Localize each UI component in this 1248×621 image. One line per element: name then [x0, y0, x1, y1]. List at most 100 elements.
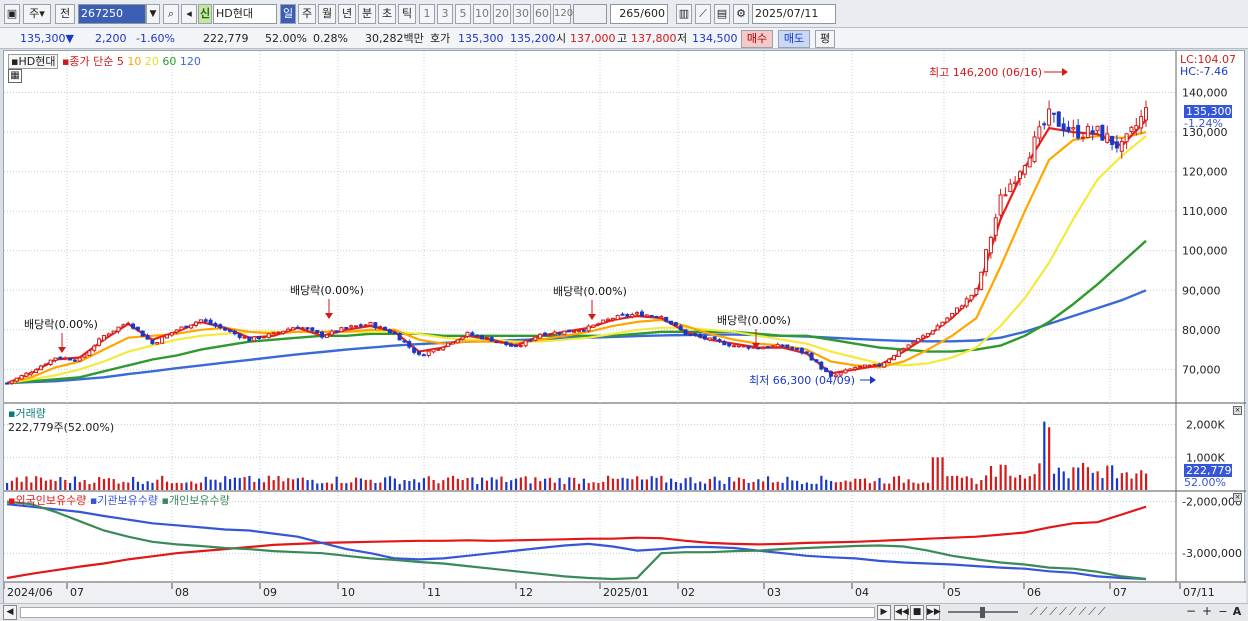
stock-name-field[interactable]: HD현대 — [213, 4, 277, 24]
zoom-in-icon[interactable]: + — [1200, 605, 1214, 620]
candle-icon[interactable]: ▥ — [676, 4, 692, 24]
volume-bar — [442, 480, 445, 490]
candle-body — [310, 327, 315, 331]
period-second[interactable]: 초 — [378, 4, 396, 24]
scroll-track[interactable] — [20, 607, 875, 618]
tick-10[interactable]: 10 — [473, 4, 491, 24]
candle-body — [921, 335, 926, 339]
tick-1[interactable]: 1 — [419, 4, 435, 24]
x-tick-label: 06 — [1027, 586, 1041, 599]
volume-bar — [1135, 473, 1138, 490]
volume-bar — [975, 483, 978, 490]
buy-button[interactable]: 매수 — [741, 30, 773, 48]
auto-scale-icon[interactable]: A — [1230, 605, 1244, 620]
period-week[interactable]: 주 — [298, 4, 316, 24]
candle-body — [164, 334, 169, 339]
volume-bar — [316, 483, 319, 490]
volume-bar — [248, 475, 251, 490]
volume-bar — [931, 457, 934, 490]
x-tick-label: 10 — [341, 586, 355, 599]
candle-body — [741, 345, 746, 348]
volume-bar — [1077, 467, 1080, 490]
tick-custom-select[interactable] — [573, 4, 607, 24]
candle-body — [213, 323, 218, 327]
candle-body — [494, 341, 499, 344]
zoom-slider-handle[interactable] — [980, 607, 985, 618]
layout-icon[interactable]: ▣ — [4, 4, 20, 24]
candle-body — [557, 332, 562, 335]
candle-body — [746, 345, 751, 349]
close-icon[interactable]: × — [1233, 406, 1242, 415]
prev-button[interactable]: 전 — [55, 4, 75, 24]
quote-change: 2,200 — [95, 32, 127, 45]
volume-bar — [519, 477, 522, 490]
tick-30[interactable]: 30 — [513, 4, 531, 24]
candle-body — [1144, 107, 1148, 121]
volume-bar — [175, 482, 178, 490]
volume-bar — [1018, 474, 1022, 490]
volume-bar — [6, 482, 9, 490]
volume-bar — [1130, 478, 1133, 490]
candle-body — [959, 305, 964, 310]
zoom-out-icon[interactable]: − — [1216, 605, 1230, 620]
candle-body — [625, 314, 630, 317]
candle-body — [1105, 133, 1110, 143]
stop-icon[interactable]: ■ — [910, 605, 924, 620]
gear-icon[interactable]: ⚙ — [733, 4, 749, 24]
candle-body — [698, 334, 703, 338]
tick-120[interactable]: 120 — [553, 4, 573, 24]
volume-bar — [102, 479, 106, 490]
volume-bar — [132, 476, 135, 490]
line-icon[interactable]: ⟋ — [695, 4, 711, 24]
zoom-out-icon[interactable]: − — [1184, 605, 1198, 620]
drawing-tools[interactable]: ⟋⟋⟋⟋⟋⟋⟋⟋ — [1030, 605, 1108, 619]
search-icon[interactable]: ⌕ — [163, 4, 179, 24]
candle-body — [1076, 125, 1081, 139]
chevron-down-icon[interactable]: ▼ — [146, 4, 160, 24]
volume-bar — [757, 479, 760, 490]
volume-bar — [1033, 474, 1036, 490]
tick-3[interactable]: 3 — [437, 4, 453, 24]
period-minute[interactable]: 분 — [358, 4, 376, 24]
forward-icon[interactable]: ▶▶ — [926, 605, 941, 620]
volume-bar — [78, 482, 81, 490]
volume-bar — [136, 481, 140, 490]
volume-bar — [766, 476, 770, 490]
mode-select[interactable]: 주▾ — [23, 4, 51, 24]
speaker-icon[interactable]: ◂ — [181, 4, 197, 24]
scroll-right-icon[interactable]: ▶ — [877, 605, 891, 620]
candle-body — [993, 217, 998, 236]
volume-bar — [321, 483, 324, 490]
volume-bar — [388, 476, 392, 490]
date-field[interactable]: 2025/07/11 — [752, 4, 836, 24]
rewind-icon[interactable]: ◀◀ — [894, 605, 909, 620]
tick-60[interactable]: 60 — [533, 4, 551, 24]
calculator-icon[interactable]: ▦ — [8, 69, 22, 83]
tick-5[interactable]: 5 — [455, 4, 471, 24]
period-year[interactable]: 년 — [338, 4, 356, 24]
legend-stock-name[interactable]: ▪HD현대 — [8, 54, 59, 69]
scroll-left-icon[interactable]: ◀ — [3, 605, 17, 620]
moving-averages — [6, 119, 1147, 385]
chart-area[interactable]: 70,000 80,000 90,000 100,000 110,000 120,000 1… — [3, 50, 1246, 604]
candle-body — [208, 319, 213, 325]
save-icon[interactable]: ▤ — [714, 4, 730, 24]
candle-body — [412, 347, 417, 353]
volume-bar — [689, 477, 692, 490]
volume-bar — [258, 478, 261, 490]
close-icon[interactable]: × — [1233, 493, 1242, 502]
count-field[interactable]: 265/600 — [610, 4, 668, 24]
volume-bar — [112, 479, 115, 490]
eval-button[interactable]: 평 — [815, 30, 835, 48]
period-month[interactable]: 월 — [318, 4, 336, 24]
volume-bar — [1140, 470, 1143, 490]
candle-body — [150, 339, 155, 345]
sell-button[interactable]: 매도 — [778, 30, 810, 48]
candle-body — [179, 326, 184, 331]
volume-bar — [655, 477, 658, 490]
tick-20[interactable]: 20 — [493, 4, 511, 24]
period-day[interactable]: 일 — [280, 4, 296, 24]
volume-bar — [209, 479, 212, 490]
code-input[interactable]: 267250 — [78, 4, 146, 24]
period-tick[interactable]: 틱 — [398, 4, 416, 24]
